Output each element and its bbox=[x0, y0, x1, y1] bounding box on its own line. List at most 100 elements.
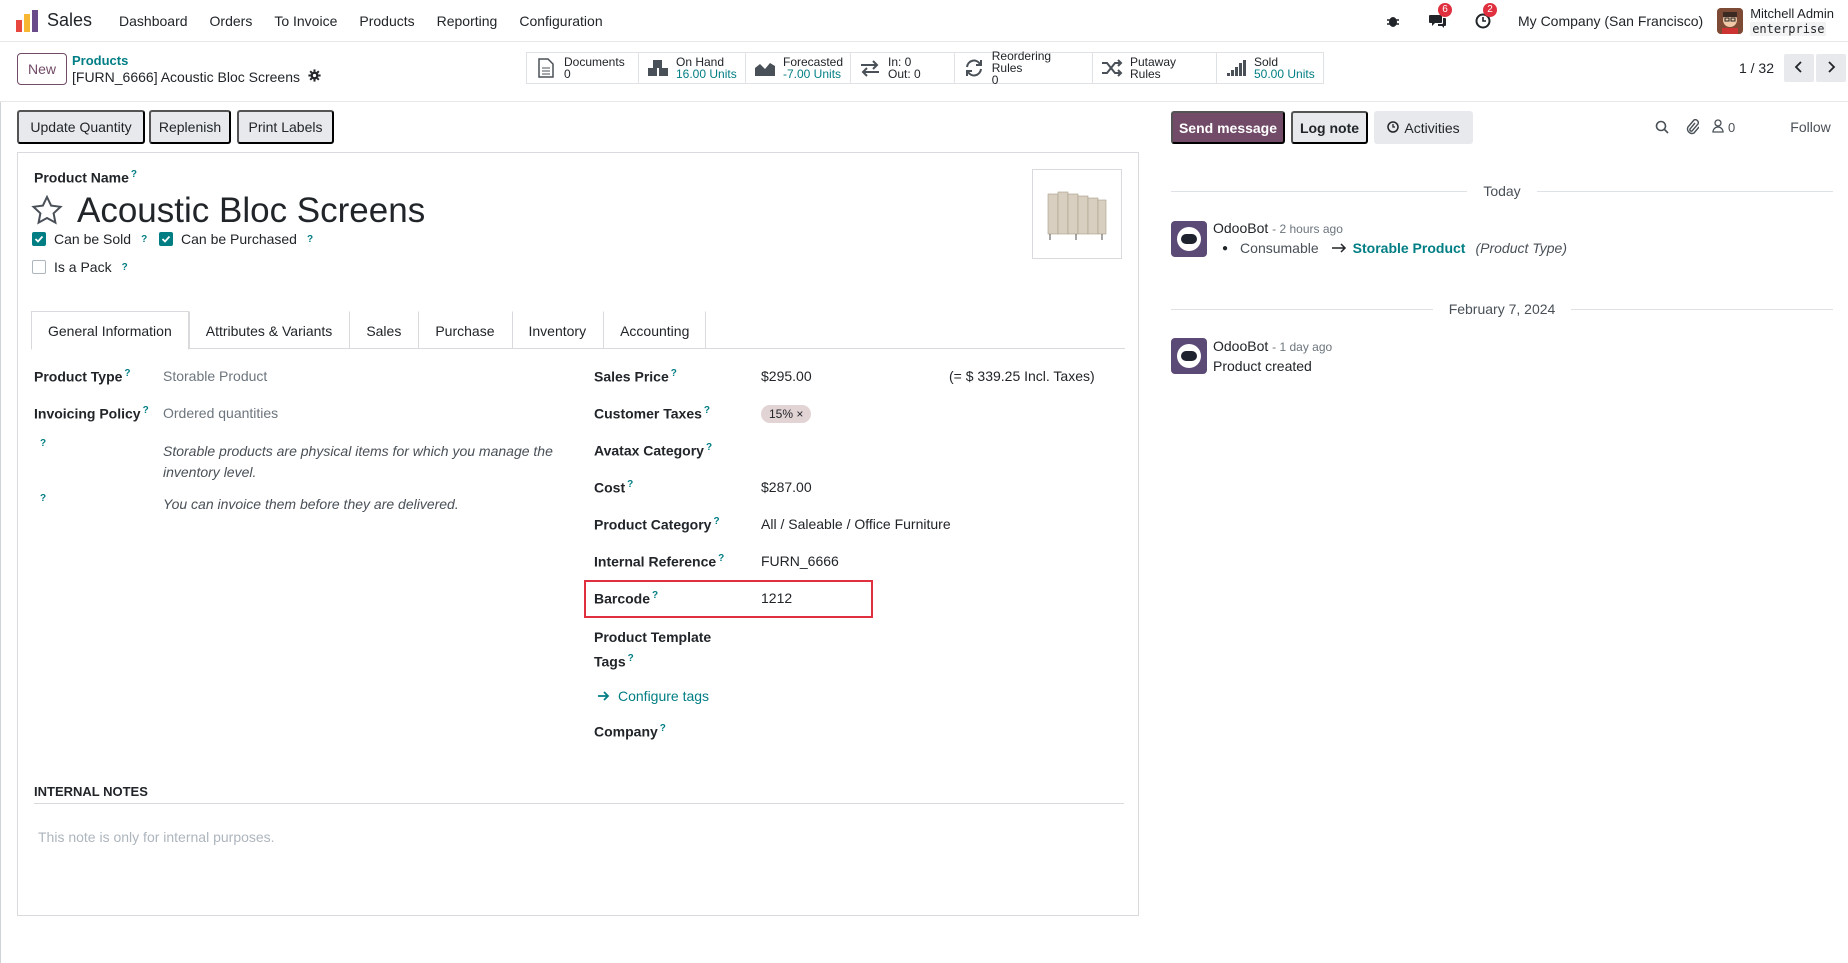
configure-tags-link[interactable]: Configure tags bbox=[597, 688, 709, 704]
product-name-input[interactable]: Acoustic Bloc Screens bbox=[77, 191, 425, 231]
can-be-sold-label: Can be Sold bbox=[54, 231, 132, 247]
pager-previous-button[interactable] bbox=[1784, 54, 1814, 82]
menu-products[interactable]: Products bbox=[348, 13, 425, 29]
replenish-button[interactable]: Replenish bbox=[149, 110, 231, 144]
search-icon[interactable] bbox=[1654, 119, 1670, 135]
help-tooltip[interactable]: ? bbox=[141, 234, 147, 245]
product-image[interactable] bbox=[1032, 169, 1122, 259]
invoicing-policy-label-row: Invoicing Policy? bbox=[34, 405, 149, 422]
sold-button[interactable]: Sold 50.00 Units bbox=[1217, 53, 1323, 83]
message-author[interactable]: OdooBot bbox=[1213, 338, 1268, 354]
internal-reference-label: Internal Reference bbox=[594, 553, 717, 570]
product-category-label: Product Category bbox=[594, 516, 712, 533]
in-out-button[interactable]: In: 0 Out: 0 bbox=[851, 53, 955, 83]
odoobot-avatar[interactable] bbox=[1171, 338, 1207, 374]
new-button[interactable]: New bbox=[17, 53, 67, 85]
user-avatar[interactable] bbox=[1717, 8, 1744, 34]
date-separator-feb-7: February 7, 2024 bbox=[1171, 301, 1833, 317]
user-name: Mitchell Admin bbox=[1750, 5, 1834, 21]
product-tags-label-line2: Tags bbox=[594, 653, 626, 670]
menu-to-invoice[interactable]: To Invoice bbox=[263, 13, 348, 29]
paperclip-icon[interactable] bbox=[1684, 119, 1700, 135]
help-tooltip[interactable]: ? bbox=[652, 590, 658, 601]
menu-dashboard[interactable]: Dashboard bbox=[108, 13, 199, 29]
product-type-field[interactable]: Storable Product bbox=[163, 368, 267, 384]
menu-reporting[interactable]: Reporting bbox=[426, 13, 509, 29]
help-tooltip[interactable]: ? bbox=[627, 479, 633, 490]
reordering-rules-button[interactable]: Reordering Rules 0 bbox=[955, 49, 1093, 86]
message-author[interactable]: OdooBot bbox=[1213, 220, 1268, 236]
pager-value[interactable]: 1 / 32 bbox=[1739, 60, 1774, 76]
documents-button[interactable]: Documents 0 bbox=[527, 53, 639, 83]
print-labels-button[interactable]: Print Labels bbox=[237, 110, 334, 144]
update-quantity-button[interactable]: Update Quantity bbox=[17, 110, 145, 144]
help-tooltip[interactable]: ? bbox=[124, 368, 130, 379]
breadcrumb-products-link[interactable]: Products bbox=[72, 53, 128, 68]
user-menu[interactable]: Mitchell Admin enterprise bbox=[1750, 5, 1834, 36]
sales-app-icon[interactable] bbox=[16, 9, 38, 32]
can-be-sold-checkbox[interactable] bbox=[32, 232, 46, 246]
out-label: Out: 0 bbox=[888, 67, 921, 81]
help-tooltip[interactable]: ? bbox=[628, 653, 634, 664]
product-category-field[interactable]: All / Saleable / Office Furniture bbox=[761, 516, 951, 532]
left-edge bbox=[0, 102, 1, 963]
product-name-label-row: Product Name? bbox=[34, 169, 137, 186]
followers-button[interactable]: 0 bbox=[1712, 118, 1746, 135]
help-tooltip[interactable]: ? bbox=[671, 368, 677, 379]
reordering-rules-label: Reordering Rules bbox=[991, 49, 1052, 75]
notebook-tabs: General Information Attributes & Variant… bbox=[31, 311, 1125, 350]
internal-notes-header: INTERNAL NOTES bbox=[34, 784, 1124, 804]
help-tooltip[interactable]: ? bbox=[713, 516, 719, 527]
activities-clock-icon[interactable]: 2 bbox=[1473, 3, 1498, 31]
tab-accounting[interactable]: Accounting bbox=[603, 311, 707, 349]
tax-tag-15[interactable]: 15% × bbox=[761, 405, 812, 423]
cost-field[interactable]: $287.00 bbox=[761, 479, 812, 495]
tab-purchase[interactable]: Purchase bbox=[418, 311, 511, 349]
help-tooltip[interactable]: ? bbox=[38, 438, 46, 455]
putaway-rules-button[interactable]: Putaway Rules bbox=[1093, 53, 1217, 83]
gear-icon[interactable] bbox=[308, 69, 321, 85]
sales-price-field[interactable]: $295.00 bbox=[761, 368, 812, 384]
help-tooltip[interactable]: ? bbox=[122, 262, 128, 273]
long-arrow-right-icon bbox=[1331, 240, 1347, 256]
forecasted-button[interactable]: Forecasted -7.00 Units bbox=[746, 53, 851, 83]
pager-next-button[interactable] bbox=[1816, 54, 1846, 82]
tab-inventory[interactable]: Inventory bbox=[511, 311, 604, 349]
sales-price-label: Sales Price bbox=[594, 368, 669, 385]
barcode-label: Barcode bbox=[594, 590, 651, 607]
is-a-pack-row: Is a Pack? bbox=[32, 259, 128, 275]
odoobot-avatar[interactable] bbox=[1171, 221, 1207, 257]
tab-general-information[interactable]: General Information bbox=[31, 311, 189, 350]
help-tooltip[interactable]: ? bbox=[718, 553, 724, 564]
invoicing-policy-field[interactable]: Ordered quantities bbox=[163, 405, 278, 421]
product-name-label: Product Name bbox=[34, 169, 129, 186]
send-message-button[interactable]: Send message bbox=[1171, 111, 1285, 144]
help-tooltip[interactable]: ? bbox=[143, 405, 149, 416]
follow-button[interactable]: Follow bbox=[1788, 119, 1833, 135]
tab-sales[interactable]: Sales bbox=[349, 311, 418, 349]
help-tooltip[interactable]: ? bbox=[704, 405, 710, 416]
tab-attributes-variants[interactable]: Attributes & Variants bbox=[188, 311, 350, 349]
star-icon[interactable] bbox=[31, 194, 63, 228]
company-switcher[interactable]: My Company (San Francisco) bbox=[1518, 13, 1703, 29]
app-name[interactable]: Sales bbox=[47, 10, 92, 31]
barcode-field[interactable]: 1212 bbox=[761, 590, 792, 606]
help-tooltip[interactable]: ? bbox=[706, 442, 712, 453]
is-a-pack-checkbox[interactable] bbox=[32, 260, 46, 274]
internal-reference-field[interactable]: FURN_6666 bbox=[761, 553, 839, 569]
help-tooltip[interactable]: ? bbox=[660, 723, 666, 734]
debug-bug-icon[interactable] bbox=[1383, 11, 1403, 31]
file-icon bbox=[535, 58, 557, 78]
product-type-help-text: Storable products are physical items for… bbox=[163, 443, 553, 480]
menu-orders[interactable]: Orders bbox=[199, 13, 264, 29]
can-be-purchased-checkbox[interactable] bbox=[159, 232, 173, 246]
help-tooltip[interactable]: ? bbox=[38, 493, 46, 510]
activities-button[interactable]: Activities bbox=[1374, 111, 1473, 144]
internal-notes-input[interactable]: This note is only for internal purposes. bbox=[38, 829, 275, 845]
messages-icon[interactable]: 6 bbox=[1428, 3, 1453, 31]
help-tooltip[interactable]: ? bbox=[307, 234, 313, 245]
on-hand-button[interactable]: On Hand 16.00 Units bbox=[639, 53, 746, 83]
log-note-button[interactable]: Log note bbox=[1291, 111, 1368, 144]
help-tooltip[interactable]: ? bbox=[131, 169, 137, 180]
menu-configuration[interactable]: Configuration bbox=[508, 13, 613, 29]
